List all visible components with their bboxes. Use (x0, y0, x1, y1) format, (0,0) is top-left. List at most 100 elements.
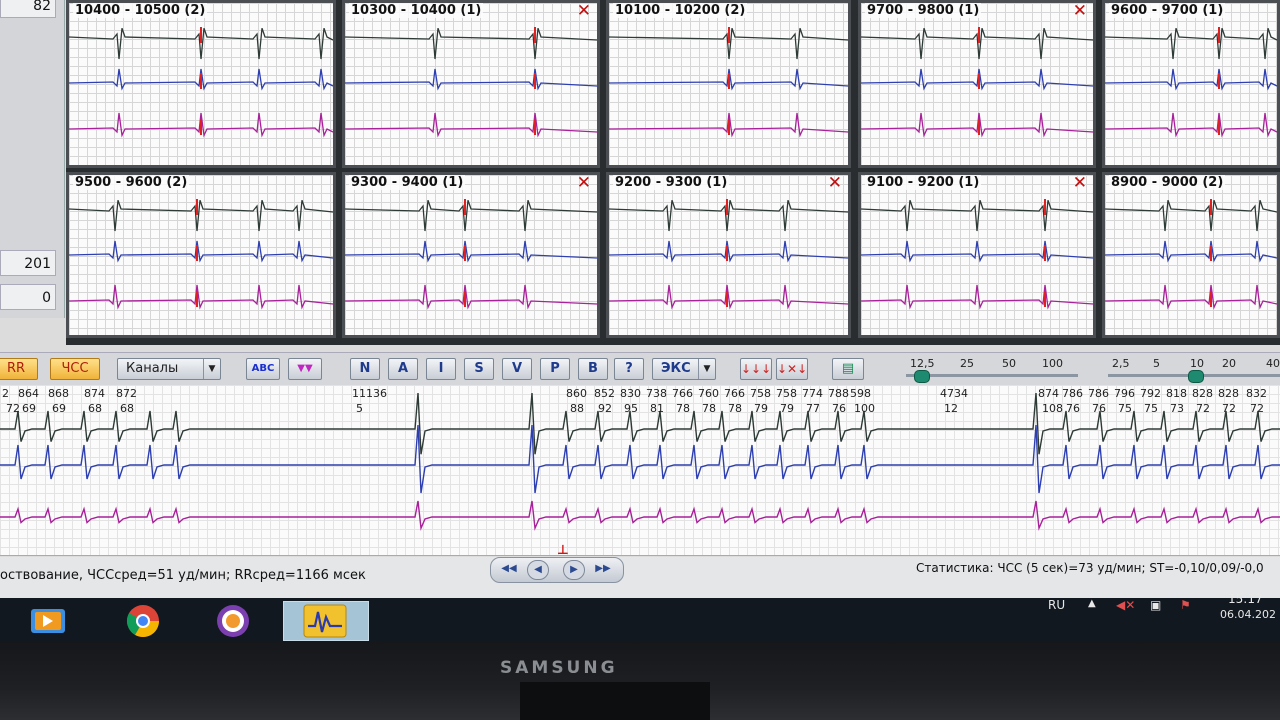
ecg-fragment-tile[interactable]: 9300 - 9400 (1) ✕ (342, 172, 600, 338)
holter-analysis-window: 82 201 0 10400 - 10500 (2) 10300 - 10400 … (0, 0, 1280, 600)
abc-color-button[interactable]: ABC (246, 358, 280, 380)
forward-fast-button[interactable]: ▶▶ (591, 560, 615, 578)
heart-rate-value: 78 (702, 402, 716, 415)
left-counter-panel: 82 201 0 (0, 0, 65, 318)
palette-triangle-icon: ▼▼ (297, 363, 313, 374)
speed-tick: 100 (1042, 357, 1063, 370)
left-arrow-icon: ◀ (534, 564, 542, 575)
ecg-fragment-tile[interactable]: 9700 - 9800 (1) ✕ (858, 0, 1096, 168)
counter-middle: 201 (0, 250, 56, 276)
network-icon[interactable]: ▣ (1150, 598, 1161, 612)
taskbar-media-player[interactable] (26, 601, 70, 639)
tile-title: 9500 - 9600 (2) (73, 175, 190, 190)
exit-door-icon: ▤ (841, 361, 855, 376)
ecg-lead-trace (69, 284, 333, 310)
export-button[interactable]: ▤ (832, 358, 864, 380)
beat-type-button-b[interactable]: B (578, 358, 608, 380)
speed-tick: 50 (1002, 357, 1016, 370)
heart-rate-value: 69 (22, 402, 36, 415)
close-icon[interactable]: ✕ (577, 175, 591, 192)
channels-dropdown[interactable]: Каналы ▼ (117, 358, 221, 380)
speed-slider-knob[interactable] (914, 370, 930, 383)
rr-interval-value: 874 (1038, 387, 1059, 400)
close-icon[interactable]: ✕ (577, 3, 591, 20)
ecg-lead-trace (861, 27, 1093, 60)
ecg-fragment-tile[interactable]: 9200 - 9300 (1) ✕ (606, 172, 851, 338)
rhythm-lead-trace (0, 424, 1280, 494)
ecg-lead-trace (1105, 284, 1277, 310)
taskbar-browser-alt[interactable] (208, 601, 258, 639)
step-forward-button[interactable]: ▶ (563, 560, 585, 580)
hr-button[interactable]: ЧСС (50, 358, 100, 380)
ecg-lead-trace (69, 240, 333, 263)
ecg-fragment-tile[interactable]: 9500 - 9600 (2) (66, 172, 336, 338)
clock-date[interactable]: 06.04.202 (1220, 608, 1276, 621)
status-bar: оствование, ЧССсред=51 уд/мин; RRсред=11… (0, 557, 1280, 600)
beat-type-button-unknown[interactable]: ? (614, 358, 644, 380)
double-left-icon: ◀◀ (501, 563, 517, 574)
rr-button[interactable]: RR (0, 358, 38, 380)
ecg-lead-trace (861, 68, 1093, 91)
red-arrows-icon: ↓↓↓ (741, 362, 772, 376)
volume-muted-icon[interactable]: ◀✕ (1116, 598, 1135, 612)
taskbar-holter-app-active[interactable] (283, 601, 369, 641)
tray-expand-icon[interactable]: ▲ (1088, 598, 1096, 609)
ecg-lead-trace (69, 199, 333, 232)
action-center-alert-icon[interactable]: ⚑ (1180, 598, 1191, 612)
rr-interval-value: 788 (828, 387, 849, 400)
tor-browser-icon (217, 605, 249, 637)
pacemaker-dropdown[interactable]: ЭКС ▼ (652, 358, 716, 380)
heart-rate-value: 12 (944, 402, 958, 415)
ecg-rhythm-strip[interactable]: 2 864 868 874 872 11136 860 852 830 738 766 760 766 7… (0, 385, 1280, 556)
beat-type-button-s[interactable]: S (464, 358, 494, 380)
beat-type-button-v[interactable]: V (502, 358, 532, 380)
tile-title: 9100 - 9200 (1) (865, 175, 982, 190)
beat-type-button-i[interactable]: I (426, 358, 456, 380)
amplitude-slider[interactable]: 2,5 5 10 20 40 (1108, 357, 1280, 383)
rr-interval-value: 830 (620, 387, 641, 400)
rr-interval-value: 766 (724, 387, 745, 400)
ecg-fragment-tile[interactable]: 10400 - 10500 (2) (66, 0, 336, 168)
amplitude-slider-knob[interactable] (1188, 370, 1204, 383)
chevron-down-icon: ▼ (203, 359, 220, 379)
close-icon[interactable]: ✕ (1073, 175, 1087, 192)
status-summary: оствование, ЧССсред=51 уд/мин; RRсред=11… (0, 568, 366, 583)
close-icon[interactable]: ✕ (1073, 3, 1087, 20)
clock-time[interactable]: 15:17 (1228, 592, 1263, 606)
position-marker[interactable]: ⊥ (557, 543, 569, 555)
rhythm-lead-trace (0, 500, 1280, 531)
ecg-lead-trace (345, 112, 597, 138)
ecg-lead-trace (345, 199, 597, 232)
tile-title: 9200 - 9300 (1) (613, 175, 730, 190)
speed-slider[interactable]: 12,5 25 50 100 (906, 357, 1078, 383)
beat-type-button-n[interactable]: N (350, 358, 380, 380)
heart-rate-value: 76 (832, 402, 846, 415)
ecg-fragment-tile[interactable]: 10300 - 10400 (1) ✕ (342, 0, 600, 168)
rr-interval-value: 760 (698, 387, 719, 400)
rewind-fast-button[interactable]: ◀◀ (497, 560, 521, 578)
heart-rate-value: 72 (1250, 402, 1264, 415)
rr-interval-value: 738 (646, 387, 667, 400)
rr-interval-value: 864 (18, 387, 39, 400)
tile-waveforms (861, 27, 1093, 138)
step-back-button[interactable]: ◀ (527, 560, 549, 580)
tile-title: 9700 - 9800 (1) (865, 3, 982, 18)
rhythm-lead-trace (0, 392, 1280, 455)
rr-interval-value: 774 (802, 387, 823, 400)
beat-type-button-p[interactable]: P (540, 358, 570, 380)
color-palette-button[interactable]: ▼▼ (288, 358, 322, 380)
mark-all-button[interactable]: ↓↓↓ (740, 358, 772, 380)
close-icon[interactable]: ✕ (828, 175, 842, 192)
rr-interval-value: 758 (750, 387, 771, 400)
ecg-lead-trace (345, 284, 597, 310)
taskbar-chrome[interactable] (118, 601, 168, 639)
beat-type-button-a[interactable]: A (388, 358, 418, 380)
language-indicator[interactable]: RU (1048, 598, 1065, 612)
unmark-button[interactable]: ↓✕↓ (776, 358, 808, 380)
ecg-fragment-tile[interactable]: 9100 - 9200 (1) ✕ (858, 172, 1096, 338)
rr-interval-value: 792 (1140, 387, 1161, 400)
ecg-fragment-tile[interactable]: 9600 - 9700 (1) (1102, 0, 1280, 168)
ecg-fragment-tile[interactable]: 10100 - 10200 (2) (606, 0, 851, 168)
ecg-fragment-tile[interactable]: 8900 - 9000 (2) (1102, 172, 1280, 338)
ecg-lead-trace (1105, 68, 1277, 91)
